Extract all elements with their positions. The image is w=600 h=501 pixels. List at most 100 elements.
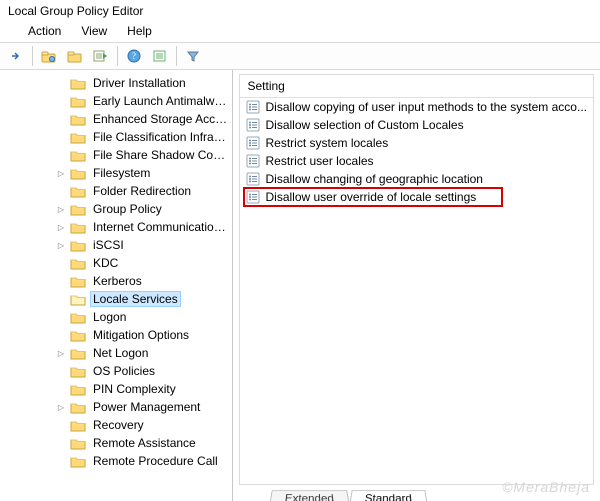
tree-item-label: Early Launch Antimalware	[90, 94, 232, 108]
setting-row[interactable]: Restrict user locales	[240, 152, 594, 170]
tree-item[interactable]: File Share Shadow Copy Pro	[8, 146, 232, 164]
tree-item[interactable]: ▷ Group Policy	[8, 200, 232, 218]
setting-label: Disallow selection of Custom Locales	[266, 118, 464, 132]
tree-item-label: Remote Procedure Call	[90, 454, 221, 468]
setting-row[interactable]: Disallow changing of geographic location	[240, 170, 594, 188]
forward-button[interactable]	[4, 45, 28, 67]
folder-icon	[70, 419, 86, 432]
tree-item[interactable]: ▷ Internet Communication Ma	[8, 218, 232, 236]
folder-icon	[70, 257, 86, 270]
export-button[interactable]	[89, 45, 113, 67]
export-list-icon	[93, 49, 109, 63]
settings-list[interactable]: Setting Disallow copying of user input m…	[239, 74, 595, 485]
tab-strip: Extended Standard	[239, 485, 595, 501]
folder-button[interactable]	[63, 45, 87, 67]
tree-item[interactable]: Recovery	[8, 416, 232, 434]
content-area: Driver Installation Early Launch Antimal…	[0, 70, 600, 501]
tree-item[interactable]: Locale Services	[8, 290, 232, 308]
folder-tree-icon	[41, 49, 57, 63]
folder-icon	[70, 203, 86, 216]
expander-icon[interactable]: ▷	[56, 403, 66, 412]
funnel-icon	[186, 49, 200, 63]
window-title: Local Group Policy Editor	[0, 0, 600, 20]
tree-item[interactable]: Early Launch Antimalware	[8, 92, 232, 110]
tree-item[interactable]: KDC	[8, 254, 232, 272]
folder-tree-button[interactable]	[37, 45, 61, 67]
menu-view[interactable]: View	[71, 22, 117, 40]
tree-item[interactable]: Enhanced Storage Access	[8, 110, 232, 128]
tree-item-label: File Share Shadow Copy Pro	[90, 148, 232, 162]
tab-standard[interactable]: Standard	[349, 490, 428, 501]
tree-item-label: Power Management	[90, 400, 203, 414]
folder-icon	[70, 383, 86, 396]
folder-icon	[70, 131, 86, 144]
tree-item[interactable]: Kerberos	[8, 272, 232, 290]
filter-button[interactable]	[181, 45, 205, 67]
folder-icon	[70, 113, 86, 126]
tree-item[interactable]: ▷ Net Logon	[8, 344, 232, 362]
folder-icon	[70, 437, 86, 450]
setting-row[interactable]: Restrict system locales	[240, 134, 594, 152]
tree-item[interactable]: PIN Complexity	[8, 380, 232, 398]
svg-text:?: ?	[132, 51, 136, 61]
settings-column-header[interactable]: Setting	[240, 75, 594, 98]
policy-icon	[246, 172, 260, 186]
setting-row[interactable]: Disallow copying of user input methods t…	[240, 98, 594, 116]
folder-icon	[70, 221, 86, 234]
tree-item-label: PIN Complexity	[90, 382, 179, 396]
gpedit-window: Local Group Policy Editor Action View He…	[0, 0, 600, 501]
tree-item-label: Internet Communication Ma	[90, 220, 232, 234]
folder-icon	[70, 77, 86, 90]
folder-icon	[70, 311, 86, 324]
tree-item[interactable]: ▷ Filesystem	[8, 164, 232, 182]
menu-action[interactable]: Action	[18, 22, 71, 40]
folder-icon	[70, 365, 86, 378]
tree-item-label: Logon	[90, 310, 129, 324]
tree-item[interactable]: Mitigation Options	[8, 326, 232, 344]
folder-icon	[70, 455, 86, 468]
expander-icon[interactable]: ▷	[56, 349, 66, 358]
tree-item-label: Enhanced Storage Access	[90, 112, 232, 126]
tree-item[interactable]: ▷ iSCSI	[8, 236, 232, 254]
expander-icon[interactable]: ▷	[56, 241, 66, 250]
properties-button[interactable]	[148, 45, 172, 67]
tree-item-label: Locale Services	[90, 291, 181, 307]
tree-item-label: Kerberos	[90, 274, 145, 288]
tree-item-label: Group Policy	[90, 202, 165, 216]
tree-item-label: Recovery	[90, 418, 147, 432]
tree-item[interactable]: Remote Procedure Call	[8, 452, 232, 470]
setting-label: Restrict user locales	[266, 154, 374, 168]
folder-icon	[70, 95, 86, 108]
tree-item-label: Filesystem	[90, 166, 153, 180]
tree-item[interactable]: Logon	[8, 308, 232, 326]
folder-icon	[70, 401, 86, 414]
tree-item[interactable]: ▷ Power Management	[8, 398, 232, 416]
setting-label: Disallow changing of geographic location	[266, 172, 483, 186]
tree-item[interactable]: Folder Redirection	[8, 182, 232, 200]
policy-icon	[246, 154, 260, 168]
setting-row[interactable]: Disallow user override of locale setting…	[240, 188, 594, 206]
menu-help[interactable]: Help	[117, 22, 162, 40]
expander-icon[interactable]: ▷	[56, 169, 66, 178]
tree-item-label: Driver Installation	[90, 76, 189, 90]
folder-icon	[70, 293, 86, 306]
policy-icon	[246, 136, 260, 150]
folder-icon	[70, 185, 86, 198]
tree-item[interactable]: Remote Assistance	[8, 434, 232, 452]
folder-icon	[70, 347, 86, 360]
expander-icon[interactable]: ▷	[56, 205, 66, 214]
menubar: Action View Help	[0, 20, 600, 42]
tree-item[interactable]: File Classification Infrastruct	[8, 128, 232, 146]
tab-extended[interactable]: Extended	[269, 490, 350, 501]
arrow-right-icon	[9, 49, 23, 63]
console-tree[interactable]: Driver Installation Early Launch Antimal…	[0, 70, 233, 501]
policy-icon	[246, 118, 260, 132]
setting-label: Disallow copying of user input methods t…	[266, 100, 588, 114]
tree-item[interactable]: Driver Installation	[8, 74, 232, 92]
expander-icon[interactable]: ▷	[56, 223, 66, 232]
folder-icon	[70, 149, 86, 162]
toolbar-sep	[32, 46, 33, 66]
tree-item[interactable]: OS Policies	[8, 362, 232, 380]
setting-row[interactable]: Disallow selection of Custom Locales	[240, 116, 594, 134]
help-button[interactable]: ?	[122, 45, 146, 67]
